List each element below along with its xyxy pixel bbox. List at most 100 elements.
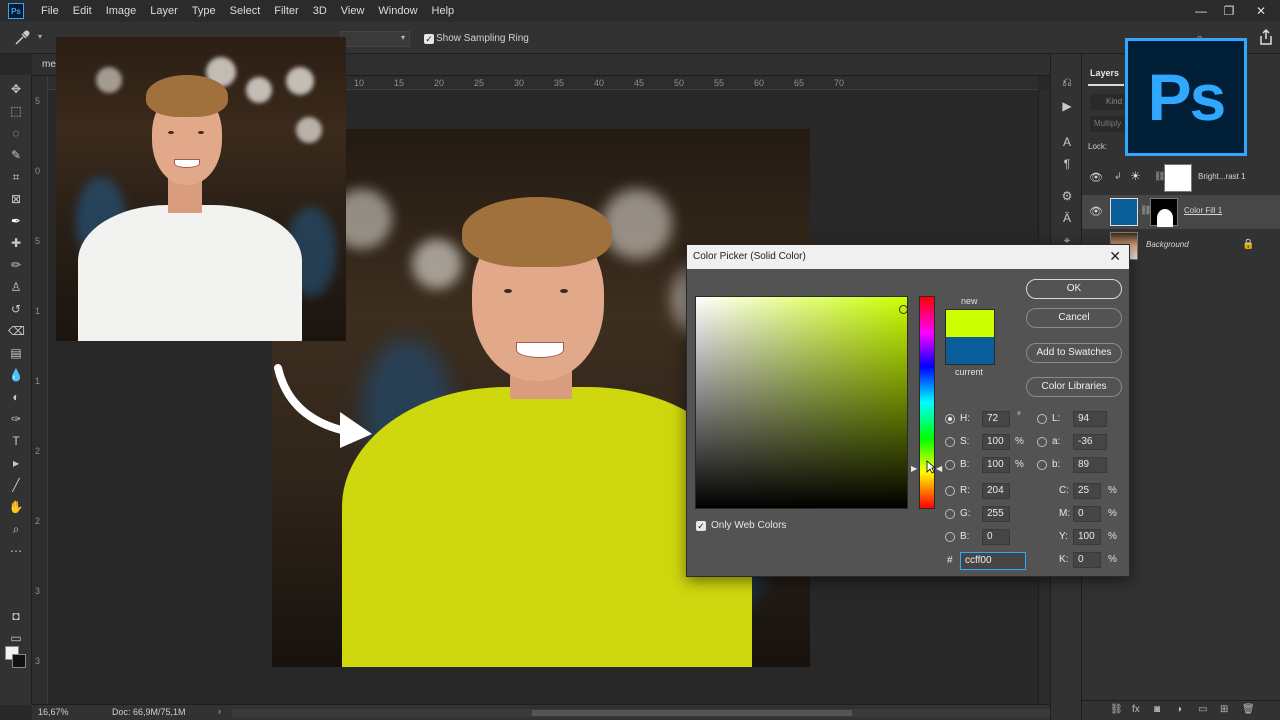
character-panel-icon[interactable]: A	[1059, 134, 1075, 150]
visibility-eye-icon[interactable]: 👁	[1089, 171, 1103, 184]
hue-slider-arrow-icon[interactable]: ◀	[936, 464, 942, 473]
brightness-input[interactable]: 100	[982, 457, 1010, 473]
lab-a-radio[interactable]	[1037, 437, 1047, 447]
red-radio[interactable]	[945, 486, 955, 496]
menu-3d[interactable]: 3D	[306, 0, 334, 22]
add-to-swatches-button[interactable]: Add to Swatches	[1026, 343, 1122, 363]
layers-tab[interactable]: Layers	[1090, 68, 1119, 78]
zoom-tool-icon[interactable]: ⌕	[8, 521, 24, 537]
quick-mask-icon[interactable]: ◘	[8, 608, 24, 624]
cancel-button[interactable]: Cancel	[1026, 308, 1122, 328]
green-input[interactable]: 255	[982, 506, 1010, 522]
background-color-swatch[interactable]	[12, 654, 26, 668]
black-input[interactable]: 0	[1073, 552, 1101, 568]
horizontal-scrollbar[interactable]	[232, 709, 1052, 717]
cyan-input[interactable]: 25	[1073, 483, 1101, 499]
lasso-tool-icon[interactable]: ◌	[8, 125, 24, 141]
quick-selection-tool-icon[interactable]: ✎	[8, 147, 24, 163]
new-layer-icon[interactable]: ⊞	[1220, 704, 1228, 715]
trash-icon[interactable]: 🗑	[1242, 704, 1255, 715]
lab-a-input[interactable]: -36	[1073, 434, 1107, 450]
ok-button[interactable]: OK	[1026, 279, 1122, 299]
scrollbar-thumb[interactable]	[532, 710, 852, 716]
link-layers-icon[interactable]: ⛓	[1110, 704, 1123, 715]
lab-b-input[interactable]: 89	[1073, 457, 1107, 473]
lab-l-input[interactable]: 94	[1073, 411, 1107, 427]
history-brush-tool-icon[interactable]: ↺	[8, 301, 24, 317]
blur-tool-icon[interactable]: 💧	[8, 367, 24, 383]
layer-mask-thumbnail[interactable]	[1164, 164, 1192, 192]
saturation-radio[interactable]	[945, 437, 955, 447]
crop-tool-icon[interactable]: ⌗	[8, 169, 24, 185]
libraries-panel-icon[interactable]: ⚙	[1059, 188, 1075, 204]
visibility-eye-icon[interactable]: 👁	[1089, 205, 1103, 218]
eyedropper-tool-icon[interactable]: ✒	[8, 213, 24, 229]
fx-icon[interactable]: fx	[1132, 704, 1140, 715]
hue-input[interactable]: 72	[982, 411, 1010, 427]
actions-panel-icon[interactable]: ▶	[1059, 98, 1075, 114]
close-window-button[interactable]: ✕	[1246, 0, 1276, 22]
healing-brush-tool-icon[interactable]: ✚	[8, 235, 24, 251]
saturation-brightness-field[interactable]	[695, 296, 908, 509]
share-icon[interactable]	[1258, 28, 1274, 46]
tool-preset-chevron-icon[interactable]: ▾	[38, 32, 42, 41]
layer-name[interactable]: Bright...rast 1	[1198, 172, 1246, 181]
line-tool-icon[interactable]: ╱	[8, 477, 24, 493]
saturation-input[interactable]: 100	[982, 434, 1010, 450]
minimize-button[interactable]: —	[1186, 0, 1216, 22]
more-tools-icon[interactable]: ⋯	[8, 543, 24, 559]
screen-mode-icon[interactable]: ▭	[8, 630, 24, 646]
original-photo[interactable]	[56, 37, 346, 341]
color-libraries-button[interactable]: Color Libraries	[1026, 377, 1122, 397]
paragraph-panel-icon[interactable]: ¶	[1059, 156, 1075, 172]
zoom-level[interactable]: 16,67%	[38, 707, 69, 717]
menu-view[interactable]: View	[334, 0, 372, 22]
hue-slider[interactable]	[919, 296, 935, 509]
add-mask-icon[interactable]: ◙	[1154, 704, 1160, 715]
type-tool-icon[interactable]: T	[8, 433, 24, 449]
menu-select[interactable]: Select	[223, 0, 268, 22]
menu-filter[interactable]: Filter	[267, 0, 305, 22]
hand-tool-icon[interactable]: ✋	[8, 499, 24, 515]
lab-l-radio[interactable]	[1037, 414, 1047, 424]
blue-input[interactable]: 0	[982, 529, 1010, 545]
menu-layer[interactable]: Layer	[143, 0, 185, 22]
history-panel-icon[interactable]: ⎌	[1059, 74, 1075, 90]
show-sampling-ring-checkbox[interactable]: ✓	[424, 34, 434, 44]
path-selection-tool-icon[interactable]: ▸	[8, 455, 24, 471]
glyphs-panel-icon[interactable]: Ä	[1059, 210, 1075, 226]
only-web-colors-checkbox[interactable]: ✓	[696, 521, 706, 531]
blue-radio[interactable]	[945, 532, 955, 542]
group-icon[interactable]: ▭	[1198, 704, 1207, 715]
eraser-tool-icon[interactable]: ⌫	[8, 323, 25, 339]
hue-slider-arrow-icon[interactable]: ▶	[911, 464, 917, 473]
dialog-title-bar[interactable]: Color Picker (Solid Color) ✕	[687, 245, 1129, 269]
eyedropper-tool-icon[interactable]	[14, 30, 32, 46]
red-input[interactable]: 204	[982, 483, 1010, 499]
gradient-tool-icon[interactable]: ▤	[8, 345, 24, 361]
yellow-input[interactable]: 100	[1073, 529, 1101, 545]
clone-stamp-tool-icon[interactable]: ♙	[8, 279, 24, 295]
brush-tool-icon[interactable]: ✏	[8, 257, 24, 273]
menu-edit[interactable]: Edit	[66, 0, 99, 22]
restore-button[interactable]: ❐	[1214, 0, 1244, 22]
lab-b-radio[interactable]	[1037, 460, 1047, 470]
pen-tool-icon[interactable]: ✑	[8, 411, 24, 427]
brightness-radio[interactable]	[945, 460, 955, 470]
magenta-input[interactable]: 0	[1073, 506, 1101, 522]
layer-row[interactable]: 👁 ↲ ☀ ⛓ Bright...rast 1	[1082, 161, 1280, 195]
status-chevron-icon[interactable]: ›	[218, 706, 221, 716]
dodge-tool-icon[interactable]: ◐	[8, 389, 24, 405]
menu-image[interactable]: Image	[99, 0, 144, 22]
document-tab[interactable]: me	[42, 59, 56, 70]
current-color-swatch[interactable]	[945, 337, 995, 365]
move-tool-icon[interactable]: ✥	[8, 81, 24, 97]
marquee-tool-icon[interactable]: ⬚	[8, 103, 24, 119]
hue-radio[interactable]	[945, 414, 955, 424]
menu-help[interactable]: Help	[425, 0, 462, 22]
frame-tool-icon[interactable]: ⊠	[8, 191, 24, 207]
layer-name[interactable]: Background	[1146, 240, 1189, 249]
layer-mask-thumbnail[interactable]	[1150, 198, 1178, 227]
menu-file[interactable]: File	[34, 0, 66, 22]
layer-name[interactable]: Color Fill 1	[1184, 206, 1222, 215]
